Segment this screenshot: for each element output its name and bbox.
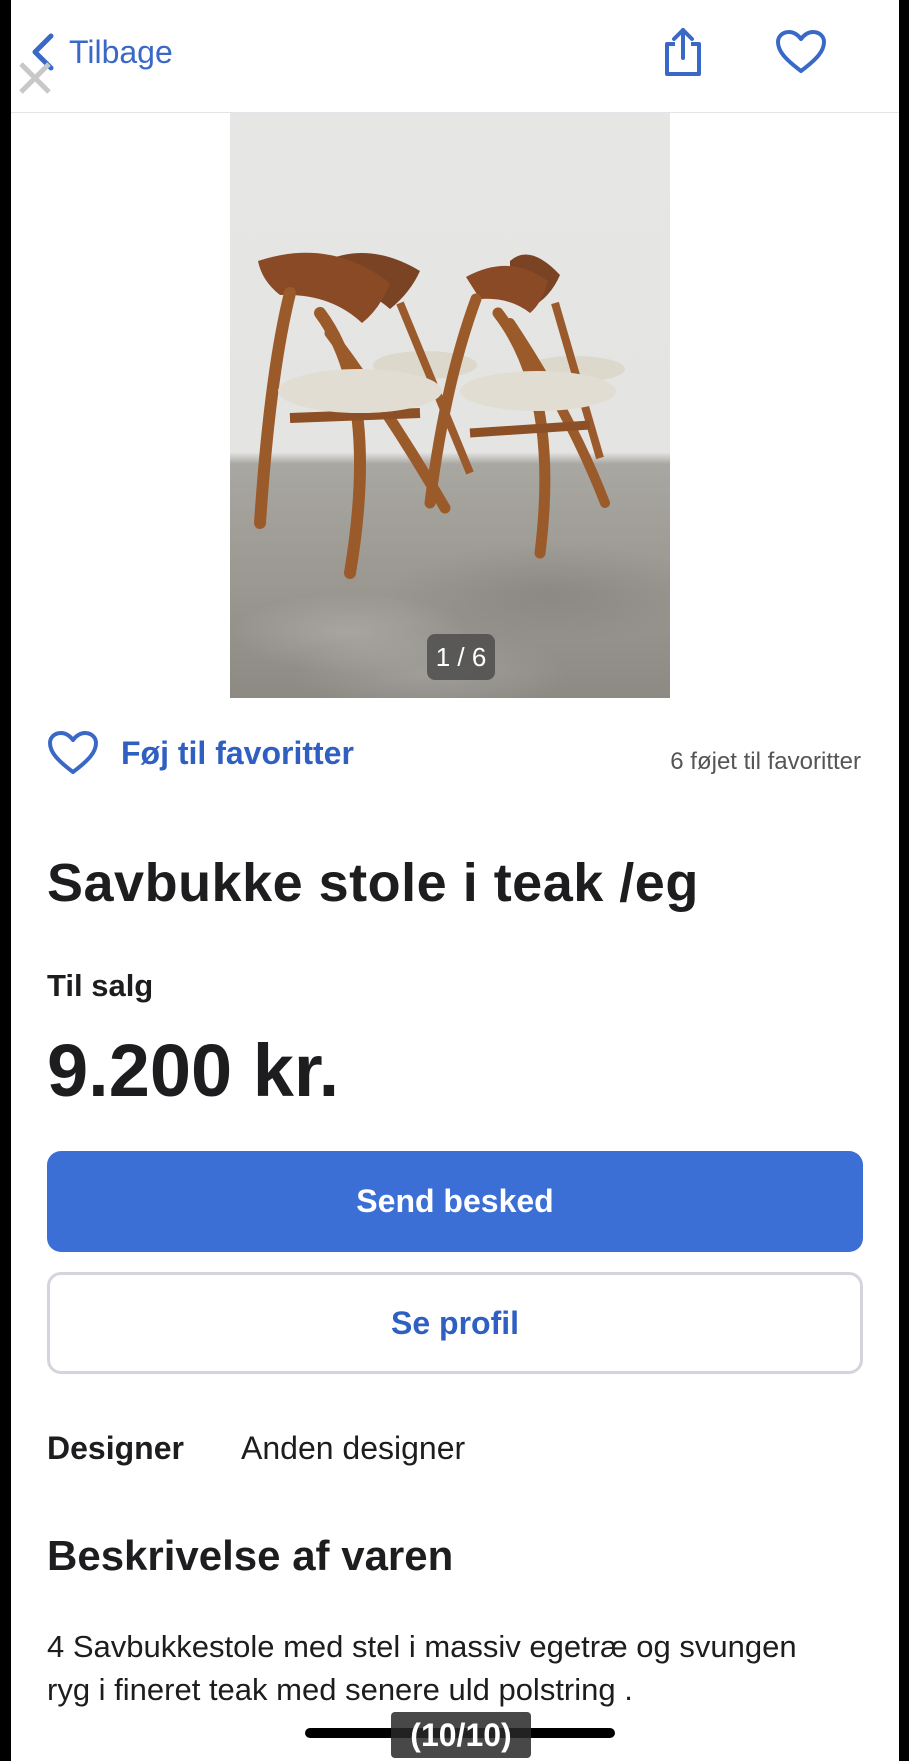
designer-key: Designer: [47, 1430, 184, 1466]
share-button[interactable]: [655, 24, 711, 80]
view-profile-button[interactable]: Se profil: [47, 1272, 863, 1374]
overlay-caption: (10/10): [391, 1712, 531, 1758]
heart-icon: [776, 30, 826, 73]
listing-price: 9.200 kr.: [47, 1029, 340, 1112]
description-heading: Beskrivelse af varen: [47, 1532, 454, 1579]
add-to-favorites-button[interactable]: Føj til favoritter: [47, 730, 354, 776]
product-image[interactable]: [230, 113, 670, 698]
designer-detail: Designer Anden designer: [47, 1430, 465, 1467]
send-message-button[interactable]: Send besked: [47, 1151, 863, 1252]
back-label: Tilbage: [69, 33, 173, 70]
heart-icon: [48, 731, 98, 774]
designer-value: Anden designer: [241, 1430, 466, 1466]
top-navigation-bar: Tilbage: [11, 0, 899, 113]
add-to-favorites-label: Føj til favoritter: [121, 734, 354, 771]
favorites-count: 6 føjet til favoritter: [670, 748, 861, 775]
favorite-button-top[interactable]: [773, 24, 829, 80]
chairs-illustration: [254, 252, 625, 579]
app-screen: Tilbage 1 / 6 Føj til favoritter 6 føjet…: [11, 0, 899, 1761]
share-icon: [665, 28, 701, 76]
listing-status: Til salg: [47, 968, 154, 1003]
listing-title: Savbukke stole i teak /eg: [47, 853, 699, 913]
close-icon[interactable]: [13, 56, 57, 100]
description-text: 4 Savbukkestole med stel i massiv egetræ…: [47, 1629, 797, 1707]
image-counter: 1 / 6: [427, 634, 495, 680]
